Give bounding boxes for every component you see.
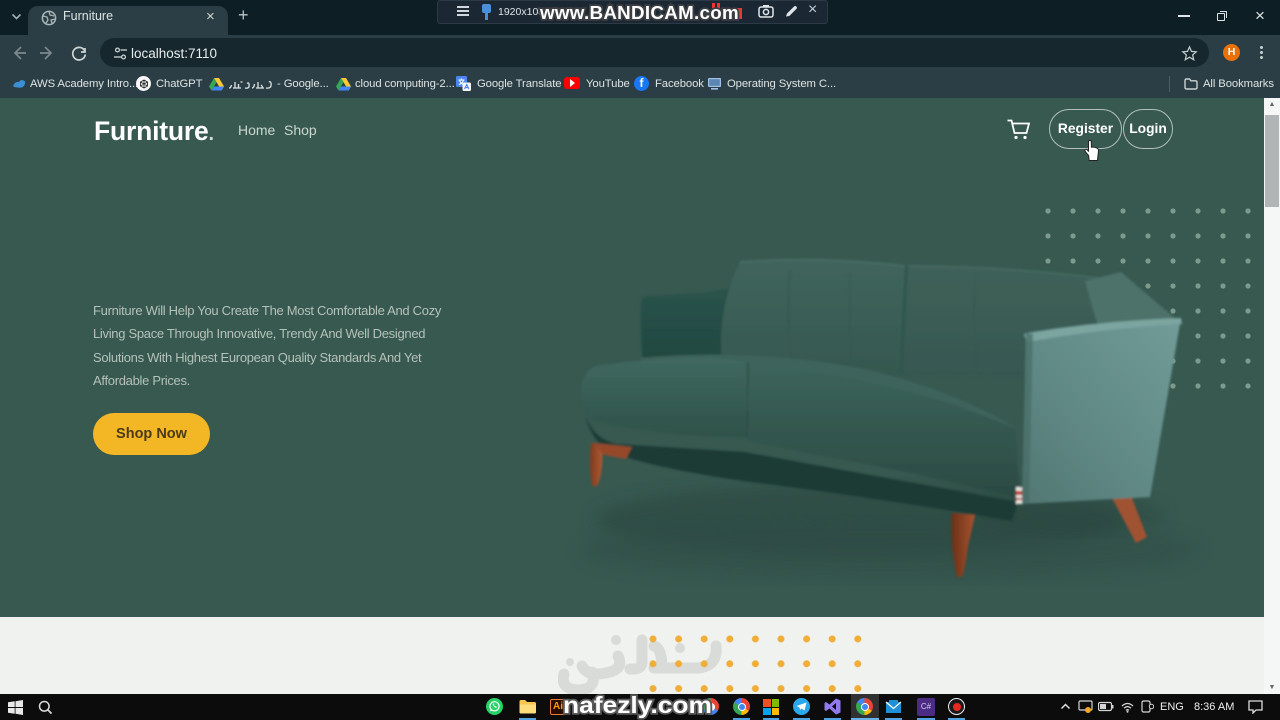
svg-text:nafezly.com: nafezly.com bbox=[563, 692, 712, 718]
svg-text:www.BANDICAM.com: www.BANDICAM.com bbox=[539, 2, 739, 23]
